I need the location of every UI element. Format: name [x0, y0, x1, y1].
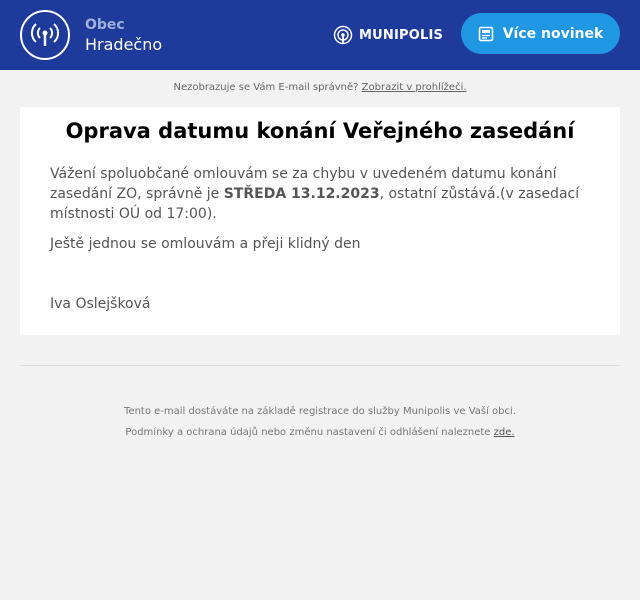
message-paragraph-1: Vážení spoluobčané omlouvám se za chybu …: [50, 164, 590, 224]
divider: [20, 365, 620, 366]
more-news-button[interactable]: Více novinek: [461, 13, 620, 54]
org-name: Hradečno: [85, 35, 163, 54]
org-title: Obec Hradečno: [85, 15, 162, 55]
footer-settings-text: Podmínky a ochrana údajů nebo změnu nast…: [125, 427, 494, 438]
settings-link[interactable]: zde.: [494, 427, 515, 438]
view-in-browser-link[interactable]: Zobrazit v prohlížeči.: [362, 82, 467, 93]
more-news-label: Více novinek: [502, 25, 604, 42]
munipolis-brand[interactable]: MUNIPOLIS: [333, 25, 443, 45]
signature: Iva Oslejšková: [50, 296, 151, 312]
broadcast-icon[interactable]: [20, 10, 70, 60]
header: Obec Hradečno MUNIPOLIS Více novinek: [0, 0, 640, 70]
footer-registration-note: Tento e-mail dostáváte na základě regist…: [124, 406, 516, 417]
preheader: Nezobrazuje se Vám E-mail správně? Zobra…: [0, 82, 640, 96]
brand-label: MUNIPOLIS: [359, 27, 444, 43]
meeting-date: STŘEDA 13.12.2023: [223, 186, 380, 202]
footer-settings-note: Podmínky a ochrana údajů nebo změnu nast…: [0, 427, 640, 438]
message-card: Oprava datumu konání Veřejného zasedání …: [20, 107, 620, 335]
message-paragraph-2: Ještě jednou se omlouvám a přeji klidný …: [50, 236, 361, 252]
org-label: Obec: [85, 17, 125, 33]
message-title: Oprava datumu konání Veřejného zasedání: [65, 119, 575, 143]
newspaper-icon: [478, 26, 494, 41]
munipolis-logo-icon: [333, 25, 353, 45]
preheader-text: Nezobrazuje se Vám E-mail správně?: [173, 82, 359, 93]
